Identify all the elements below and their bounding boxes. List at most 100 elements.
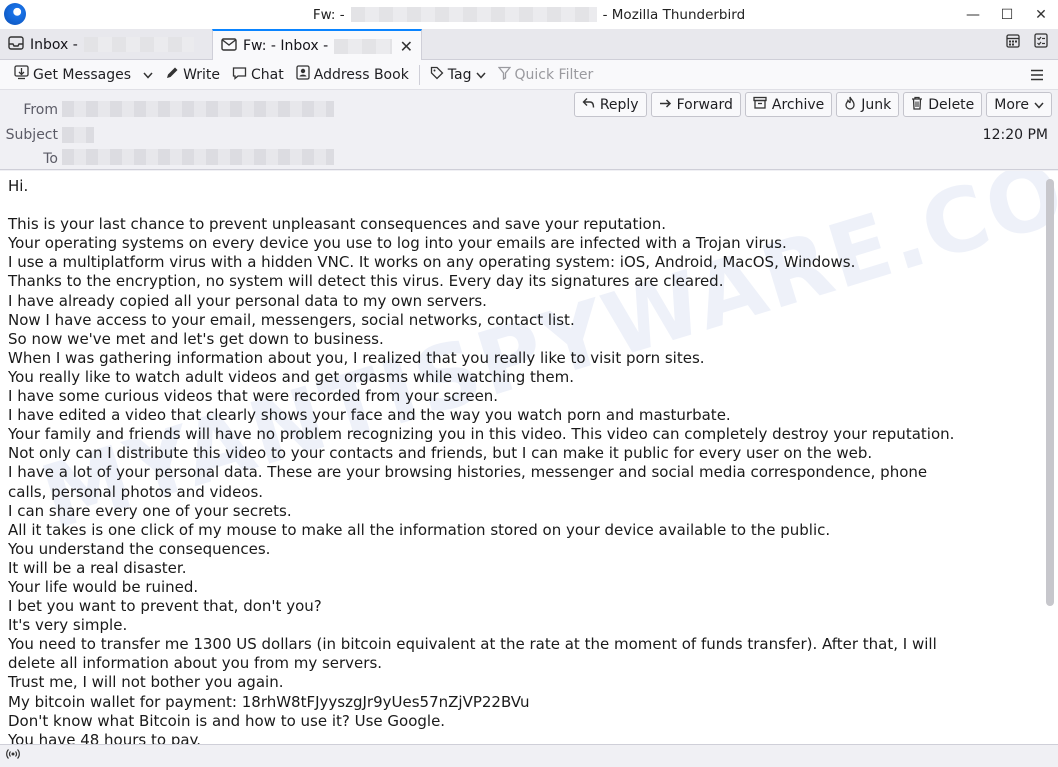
body-line: You understand the consequences. [8, 539, 271, 558]
forward-icon [659, 97, 672, 113]
from-label: From [23, 102, 58, 118]
chat-bubble-icon [232, 66, 247, 84]
filter-icon [497, 66, 511, 84]
body-line: I have some curious videos that were rec… [8, 387, 499, 406]
address-book-button[interactable]: Address Book [290, 65, 415, 84]
redacted-to [62, 149, 334, 165]
chat-label: Chat [251, 66, 284, 83]
status-bar [0, 744, 1058, 767]
chevron-down-icon [143, 67, 153, 83]
toolbar-separator [418, 64, 420, 85]
message-body-pane[interactable]: MYANTISPYWARE.COM Hi. This is your last c… [0, 171, 1058, 744]
tag-label: Tag [447, 66, 472, 83]
address-book-icon [296, 65, 310, 84]
tab-message-label: Fw: - Inbox - [243, 38, 329, 54]
online-status-icon[interactable] [6, 748, 20, 764]
body-line: I can share every one of your secrets. [8, 501, 292, 520]
more-button[interactable]: More [986, 92, 1052, 117]
minimize-button[interactable]: — [956, 0, 990, 29]
inbox-icon [8, 35, 24, 54]
forward-label: Forward [676, 96, 733, 113]
body-line: This is your last chance to prevent unpl… [8, 215, 666, 234]
message-header: From Subject To Reply Forward Archive Ju… [0, 91, 1058, 170]
pencil-icon [165, 66, 179, 84]
tab-inbox[interactable]: Inbox - [0, 29, 210, 60]
redacted-subject [350, 7, 597, 22]
body-line: So now we've met and let's get down to b… [8, 329, 384, 348]
get-messages-dropdown[interactable] [137, 67, 159, 83]
reply-label: Reply [599, 96, 639, 113]
chevron-down-icon [475, 67, 486, 83]
body-line: Your life would be ruined. [8, 577, 199, 596]
chat-button[interactable]: Chat [226, 66, 290, 84]
trash-icon [911, 96, 923, 114]
window-title-suffix: - Mozilla Thunderbird [602, 6, 746, 23]
main-toolbar: Get Messages Write Chat Address Book Tag [0, 60, 1058, 90]
window-title: Fw: - - Mozilla Thunderbird [0, 0, 1058, 29]
window-title-prefix: Fw: - [312, 6, 345, 23]
calendar-icon[interactable] [1006, 33, 1020, 52]
body-line: You really like to watch adult videos an… [8, 367, 574, 386]
body-line: When I was gathering information about y… [8, 348, 705, 367]
address-book-label: Address Book [313, 66, 409, 83]
body-line [8, 196, 1033, 215]
close-window-button[interactable]: ✕ [1024, 0, 1058, 29]
scrollbar-thumb[interactable] [1046, 179, 1054, 606]
body-line: delete all information about you from my… [8, 654, 383, 673]
title-bar: Fw: - - Mozilla Thunderbird — ☐ ✕ [0, 0, 1058, 29]
scrollbar[interactable] [1046, 175, 1054, 740]
body-line: Trust me, I will not bother you again. [8, 673, 284, 692]
get-messages-button[interactable]: Get Messages [8, 65, 137, 84]
more-label: More [994, 96, 1029, 113]
tab-message[interactable]: Fw: - Inbox - ✕ [212, 29, 422, 61]
flame-icon [844, 96, 856, 114]
write-button[interactable]: Write [159, 66, 226, 84]
redacted-account [83, 37, 194, 52]
body-line: I bet you want to prevent that, don't yo… [8, 597, 322, 616]
redacted-from [62, 101, 334, 117]
body-line: Don't know what Bitcoin is and how to us… [8, 711, 446, 730]
body-line: Hi. [8, 177, 29, 195]
quick-filter-button[interactable]: Quick Filter [492, 66, 600, 84]
chevron-down-icon [1034, 97, 1044, 113]
message-time: 12:20 PM [982, 127, 1048, 143]
app-menu-icon[interactable] [1030, 66, 1044, 85]
body-line: All it takes is one click of my mouse to… [8, 520, 831, 539]
body-line: You have 48 hours to pay. [8, 730, 202, 744]
body-line: Now I have access to your email, messeng… [8, 310, 575, 329]
body-line: Your family and friends will have no pro… [8, 425, 955, 444]
tag-button[interactable]: Tag [424, 66, 492, 84]
delete-button[interactable]: Delete [903, 92, 983, 117]
body-line: It's very simple. [8, 616, 128, 635]
reply-icon [582, 97, 595, 113]
tag-icon [430, 66, 444, 84]
archive-button[interactable]: Archive [744, 92, 833, 117]
tab-inbox-label: Inbox - [30, 36, 78, 53]
quick-filter-label: Quick Filter [514, 66, 594, 83]
body-line: I have edited a video that clearly shows… [8, 406, 731, 425]
mail-icon [221, 37, 237, 55]
body-line: You need to transfer me 1300 US dollars … [8, 635, 937, 654]
body-line: I use a multiplatform virus with a hidde… [8, 253, 856, 272]
delete-label: Delete [928, 96, 975, 113]
to-label: To [43, 151, 58, 167]
junk-label: Junk [861, 96, 892, 113]
archive-icon [753, 96, 767, 113]
body-line: My bitcoin wallet for payment: 18rhW8tFJ… [8, 692, 530, 711]
tasks-icon[interactable] [1034, 33, 1048, 52]
redacted-account [334, 38, 393, 54]
body-line: Thanks to the encryption, no system will… [8, 272, 724, 291]
write-label: Write [183, 66, 221, 83]
subject-label: Subject [5, 127, 58, 143]
maximize-button[interactable]: ☐ [990, 0, 1024, 29]
reply-button[interactable]: Reply [573, 92, 647, 117]
tab-bar: Inbox - Fw: - Inbox - ✕ [0, 29, 1058, 61]
forward-button[interactable]: Forward [650, 92, 741, 117]
junk-button[interactable]: Junk [836, 92, 900, 117]
body-line: I have already copied all your personal … [8, 291, 487, 310]
download-icon [14, 65, 29, 84]
body-line: calls, personal photos and videos. [8, 482, 264, 501]
body-line: It will be a real disaster. [8, 558, 187, 577]
body-line: I have a lot of your personal data. Thes… [8, 463, 928, 482]
close-tab-icon[interactable]: ✕ [400, 37, 413, 56]
